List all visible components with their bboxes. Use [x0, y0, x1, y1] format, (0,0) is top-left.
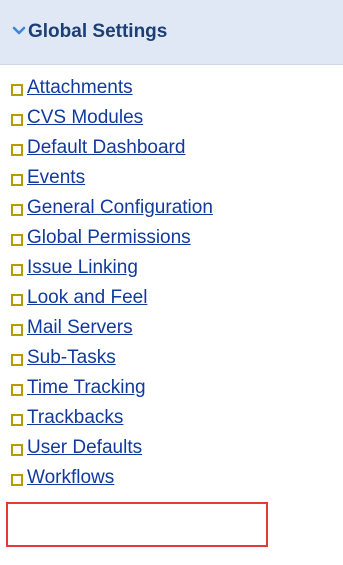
section-title: Global Settings: [28, 21, 168, 42]
square-bullet-icon: [11, 384, 23, 396]
square-bullet-icon: [11, 324, 23, 336]
global-permissions-link[interactable]: Global Permissions: [27, 227, 191, 249]
settings-list: Attachments CVS Modules Default Dashboar…: [0, 75, 343, 495]
square-bullet-icon: [11, 264, 23, 276]
look-and-feel-link[interactable]: Look and Feel: [27, 287, 147, 309]
attachments-link[interactable]: Attachments: [27, 77, 133, 99]
list-item: Trackbacks: [0, 405, 343, 435]
cvs-modules-link[interactable]: CVS Modules: [27, 107, 143, 129]
list-item: Global Permissions: [0, 225, 343, 255]
list-item: Default Dashboard: [0, 135, 343, 165]
list-item: Time Tracking: [0, 375, 343, 405]
issue-linking-link[interactable]: Issue Linking: [27, 257, 138, 279]
time-tracking-link[interactable]: Time Tracking: [27, 377, 146, 399]
list-item: General Configuration: [0, 195, 343, 225]
square-bullet-icon: [11, 444, 23, 456]
workflows-highlight-box: [6, 502, 268, 547]
list-item: Workflows: [0, 465, 343, 495]
square-bullet-icon: [11, 234, 23, 246]
square-bullet-icon: [11, 84, 23, 96]
list-item: Look and Feel: [0, 285, 343, 315]
square-bullet-icon: [11, 294, 23, 306]
square-bullet-icon: [11, 144, 23, 156]
list-item: User Defaults: [0, 435, 343, 465]
user-defaults-link[interactable]: User Defaults: [27, 437, 142, 459]
list-item: Issue Linking: [0, 255, 343, 285]
chevron-down-icon[interactable]: [12, 26, 26, 36]
square-bullet-icon: [11, 474, 23, 486]
square-bullet-icon: [11, 174, 23, 186]
workflows-link[interactable]: Workflows: [27, 467, 114, 489]
trackbacks-link[interactable]: Trackbacks: [27, 407, 123, 429]
list-item: Events: [0, 165, 343, 195]
square-bullet-icon: [11, 114, 23, 126]
list-item: Attachments: [0, 75, 343, 105]
events-link[interactable]: Events: [27, 167, 85, 189]
mail-servers-link[interactable]: Mail Servers: [27, 317, 133, 339]
global-settings-panel: Global Settings Attachments CVS Modules …: [0, 0, 343, 565]
default-dashboard-link[interactable]: Default Dashboard: [27, 137, 185, 159]
list-item: Mail Servers: [0, 315, 343, 345]
sub-tasks-link[interactable]: Sub-Tasks: [27, 347, 116, 369]
square-bullet-icon: [11, 414, 23, 426]
general-configuration-link[interactable]: General Configuration: [27, 197, 213, 219]
list-item: CVS Modules: [0, 105, 343, 135]
section-header[interactable]: Global Settings: [0, 0, 343, 65]
square-bullet-icon: [11, 204, 23, 216]
list-item: Sub-Tasks: [0, 345, 343, 375]
square-bullet-icon: [11, 354, 23, 366]
